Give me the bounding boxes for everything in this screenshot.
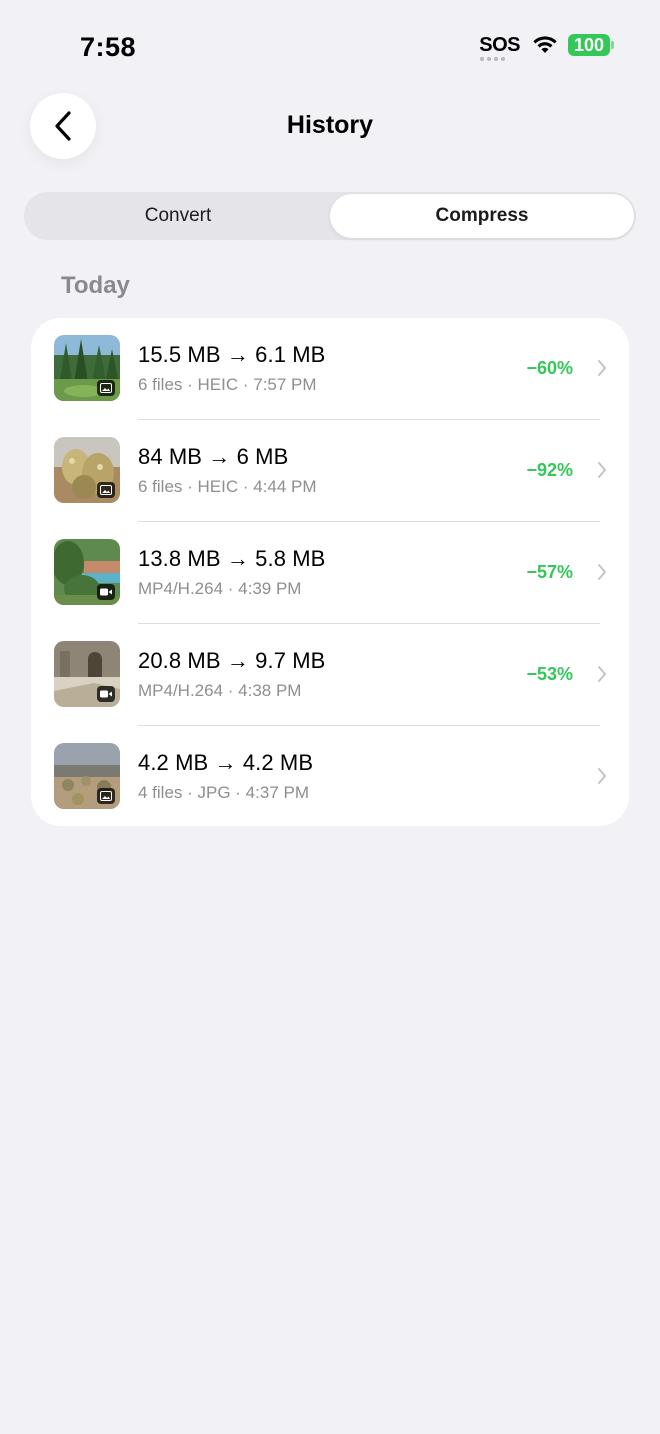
size-change: 15.5 MB → 6.1 MB (138, 342, 326, 367)
battery-tip (611, 41, 614, 49)
chevron-right-icon (598, 768, 606, 784)
reduction-percent: −60% (526, 358, 573, 378)
row-details: MP4/H.264 · 4:38 PM (138, 681, 302, 700)
history-row[interactable]: 84 MB → 6 MB 6 files · HEIC · 4:44 PM −9… (31, 420, 629, 522)
video-icon (97, 686, 115, 702)
row-details: 6 files · HEIC · 4:44 PM (138, 477, 317, 496)
photo-icon (97, 380, 115, 396)
sos-label: SOS (479, 34, 520, 56)
history-row[interactable]: 15.5 MB → 6.1 MB 6 files · HEIC · 7:57 P… (31, 318, 629, 420)
row-details: 6 files · HEIC · 7:57 PM (138, 375, 317, 394)
wifi-icon (533, 36, 557, 53)
status-indicators: SOS 100 (479, 34, 614, 61)
battery-indicator: 100 (568, 34, 614, 56)
history-row[interactable]: 13.8 MB → 5.8 MB MP4/H.264 · 4:39 PM −57… (31, 522, 629, 624)
section-header-today: Today (61, 272, 130, 299)
size-change: 84 MB → 6 MB (138, 444, 289, 469)
row-details: 4 files · JPG · 4:37 PM (138, 783, 309, 802)
reduction-percent: −57% (526, 562, 573, 582)
size-change: 4.2 MB → 4.2 MB (138, 750, 314, 775)
tab-convert[interactable]: Convert (26, 194, 330, 238)
chevron-right-icon (598, 462, 606, 478)
video-icon (97, 584, 115, 600)
segmented-control: Convert Compress (24, 192, 636, 240)
thumbnail (54, 335, 120, 401)
thumbnail (54, 539, 120, 605)
history-row[interactable]: 4.2 MB → 4.2 MB 4 files · JPG · 4:37 PM (31, 726, 629, 826)
reduction-percent: −53% (526, 664, 573, 684)
history-row[interactable]: 20.8 MB → 9.7 MB MP4/H.264 · 4:38 PM −53… (31, 624, 629, 726)
photo-icon (97, 788, 115, 804)
thumbnail (54, 641, 120, 707)
chevron-right-icon (598, 564, 606, 580)
size-change: 13.8 MB → 5.8 MB (138, 546, 326, 571)
photo-icon (97, 482, 115, 498)
battery-level: 100 (568, 34, 610, 56)
sos-indicator: SOS (479, 34, 520, 61)
row-details: MP4/H.264 · 4:39 PM (138, 579, 302, 598)
reduction-percent: −92% (526, 460, 573, 480)
page-title: History (286, 111, 374, 139)
status-bar: 7:58 SOS 100 (0, 0, 660, 96)
history-list: 15.5 MB → 6.1 MB 6 files · HEIC · 7:57 P… (31, 318, 629, 826)
status-time: 7:58 (80, 32, 137, 62)
thumbnail (54, 743, 120, 809)
signal-dots-icon (480, 57, 506, 61)
chevron-right-icon (598, 666, 606, 682)
tab-compress[interactable]: Compress (330, 194, 634, 238)
thumbnail (54, 437, 120, 503)
size-change: 20.8 MB → 9.7 MB (138, 648, 326, 673)
chevron-right-icon (598, 360, 606, 376)
